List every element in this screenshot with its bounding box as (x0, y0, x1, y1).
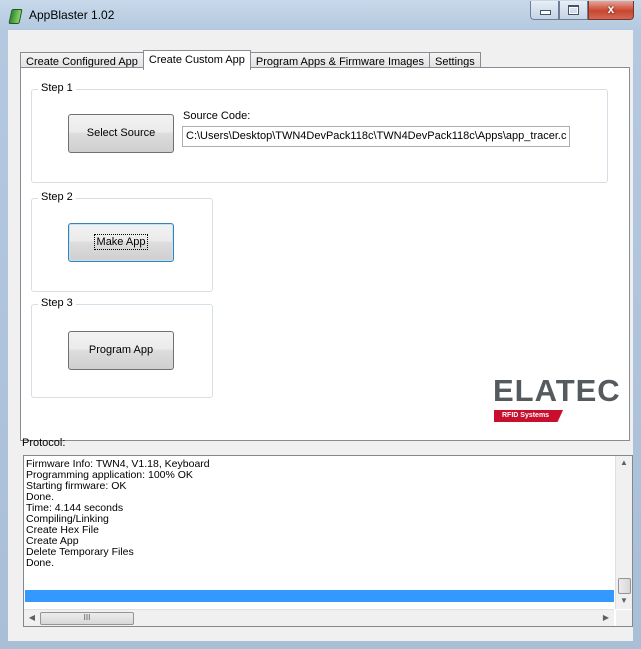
make-app-label: Make App (93, 234, 149, 250)
select-source-label: Select Source (86, 127, 156, 139)
select-source-button[interactable]: Select Source (68, 114, 174, 153)
source-code-field[interactable]: C:\Users\Desktop\TWN4DevPack118c\TWN4Dev… (182, 126, 570, 147)
app-window: AppBlaster 1.02 x Create Configured App … (0, 0, 641, 649)
horizontal-scroll-thumb[interactable]: III (40, 612, 134, 625)
close-icon: x (607, 2, 615, 16)
scroll-up-arrow-icon[interactable]: ▲ (616, 458, 632, 467)
step1-group: Step 1 Select Source Source Code: C:\Use… (31, 82, 608, 183)
scroll-down-arrow-icon[interactable]: ▼ (616, 596, 632, 605)
make-app-button[interactable]: Make App (68, 223, 174, 262)
program-app-label: Program App (88, 344, 154, 356)
minimize-icon (540, 10, 551, 15)
scrollbar-corner (616, 610, 632, 626)
maximize-icon (568, 5, 579, 15)
log-line: Delete Temporary Files (26, 546, 134, 558)
step3-title: Step 3 (38, 297, 76, 309)
elatec-logo: ELATEC (493, 373, 621, 408)
log-line: Starting firmware: OK (26, 480, 127, 492)
log-line: Compiling/Linking (26, 513, 109, 525)
window-title: AppBlaster 1.02 (29, 8, 115, 22)
maximize-button[interactable] (559, 1, 588, 20)
log-line: Time: 4.144 seconds (26, 502, 124, 514)
selected-log-line (25, 590, 614, 602)
vertical-scrollbar[interactable]: ▲ ▼ (615, 456, 632, 609)
tab-create-custom-app[interactable]: Create Custom App (142, 50, 251, 70)
app-icon (8, 9, 23, 24)
step2-title: Step 2 (38, 191, 76, 203)
close-button[interactable]: x (588, 1, 634, 20)
protocol-log[interactable]: Firmware Info: TWN4, V1.18, Keyboard Pro… (23, 455, 633, 627)
horizontal-scrollbar[interactable]: ◀ III ▶ (24, 609, 614, 626)
step3-group: Step 3 Program App (31, 297, 213, 398)
tab-panel-create-custom-app: Step 1 Select Source Source Code: C:\Use… (20, 67, 630, 441)
program-app-button[interactable]: Program App (68, 331, 174, 370)
step2-group: Step 2 Make App (31, 191, 213, 292)
minimize-button[interactable] (530, 1, 559, 20)
window-controls: x (530, 1, 634, 20)
step1-title: Step 1 (38, 82, 76, 94)
scroll-left-arrow-icon[interactable]: ◀ (24, 613, 40, 622)
log-line: Create Hex File (26, 524, 99, 536)
protocol-label: Protocol: (22, 437, 66, 449)
elatec-logo-tagline: RFID Systems (494, 410, 564, 422)
vertical-scroll-thumb[interactable] (618, 578, 631, 594)
title-bar[interactable]: AppBlaster 1.02 x (0, 0, 641, 30)
client-area: Create Configured App Create Custom App … (8, 30, 633, 641)
scroll-right-arrow-icon[interactable]: ▶ (598, 613, 614, 622)
log-line: Done. (26, 557, 55, 569)
source-code-label: Source Code: (183, 110, 251, 122)
protocol-log-lines: Firmware Info: TWN4, V1.18, Keyboard Pro… (26, 459, 614, 580)
